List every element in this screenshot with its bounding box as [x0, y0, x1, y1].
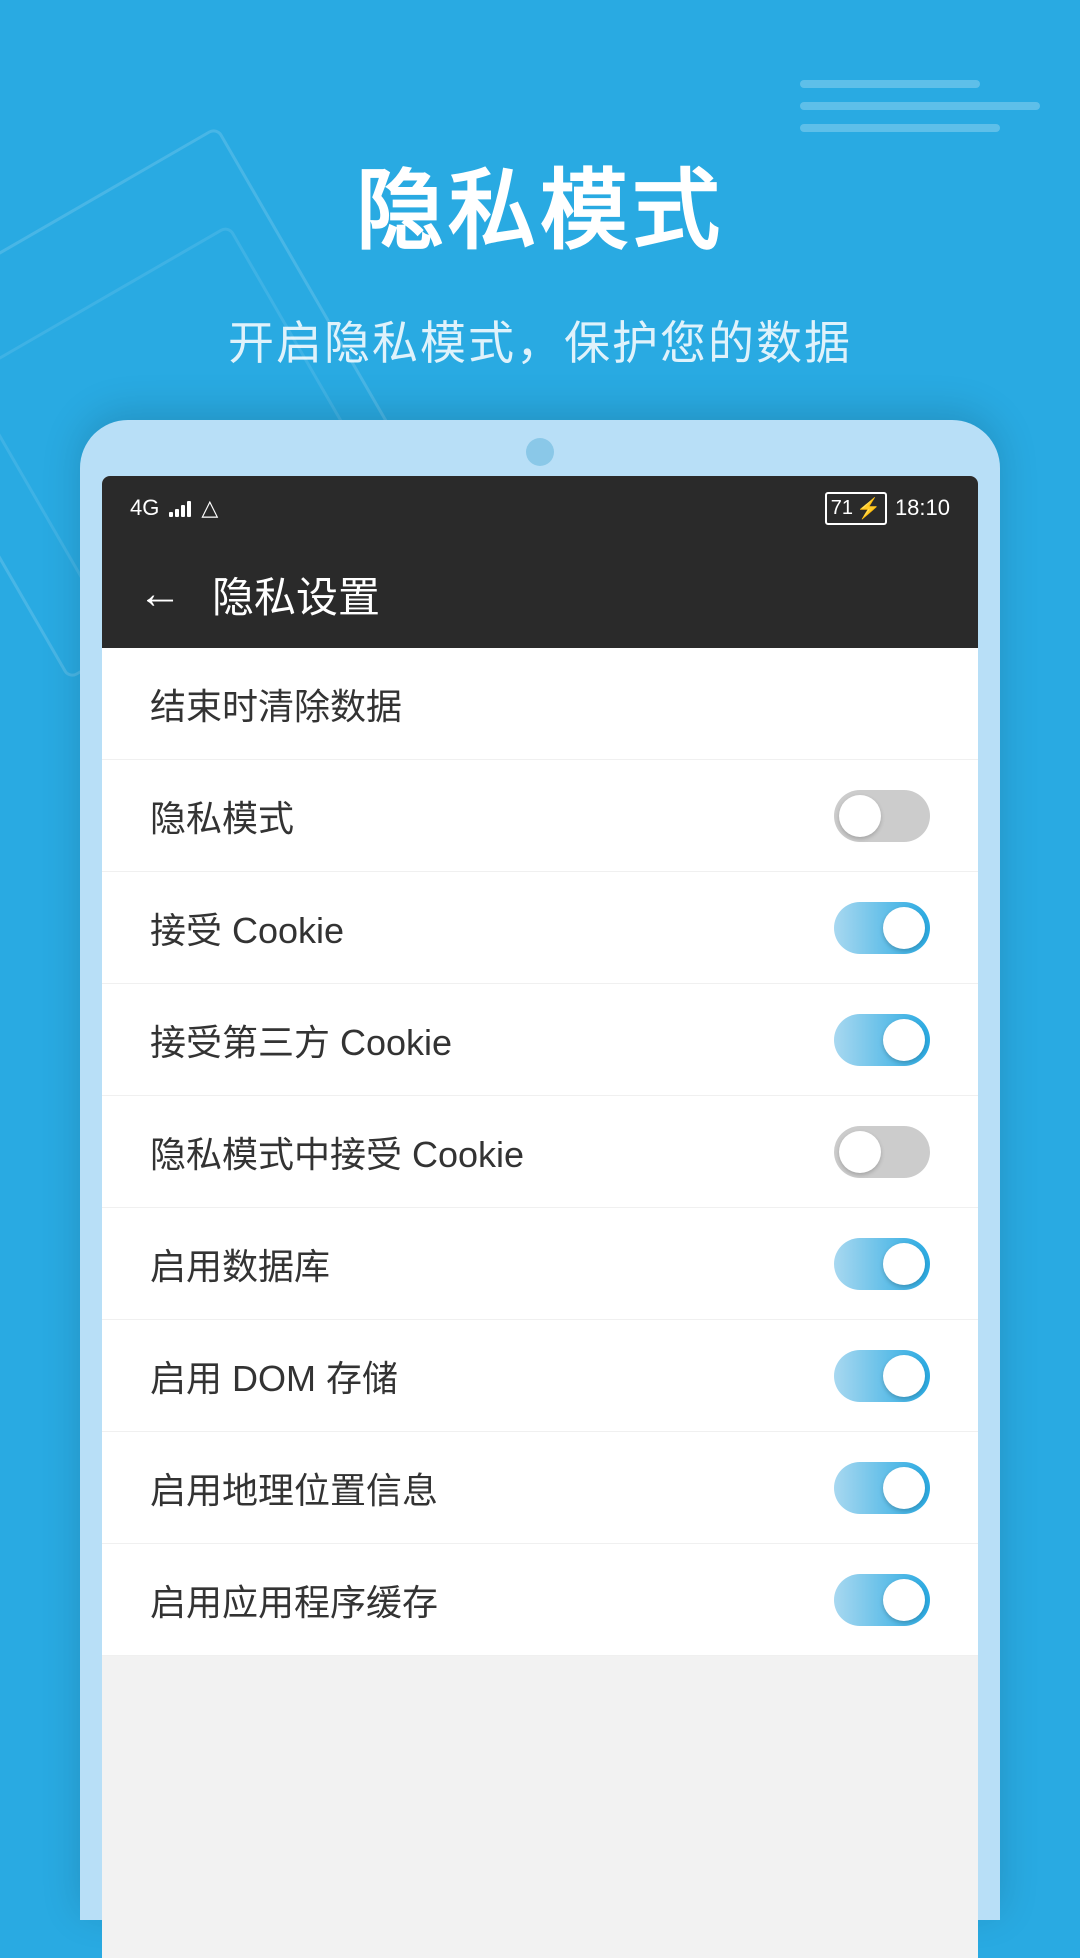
toggle-accept-cookie[interactable]: [834, 902, 930, 954]
toggle-knob: [839, 1131, 881, 1173]
toggle-knob: [883, 1355, 925, 1397]
toggle-dom-storage[interactable]: [834, 1350, 930, 1402]
status-right: 71 ⚡ 18:10: [825, 492, 950, 525]
network-type: 4G: [130, 495, 159, 521]
settings-item-clear-data[interactable]: 结束时清除数据: [102, 648, 978, 760]
toggle-knob: [839, 795, 881, 837]
app-header: ← 隐私设置: [102, 540, 978, 648]
back-button[interactable]: ←: [138, 569, 182, 619]
settings-label-third-party-cookie: 接受第三方 Cookie: [150, 1014, 452, 1066]
settings-label-private-mode: 隐私模式: [150, 790, 294, 842]
settings-label-private-cookie: 隐私模式中接受 Cookie: [150, 1126, 524, 1178]
settings-label-clear-data: 结束时清除数据: [150, 678, 402, 730]
settings-label-enable-db: 启用数据库: [150, 1238, 330, 1290]
settings-item-private-mode[interactable]: 隐私模式: [102, 760, 978, 872]
wifi-icon: △: [201, 495, 218, 521]
phone-screen: 4G △ 71 ⚡ 18:10 ← 隐私设置 结束时清除数: [102, 476, 978, 1958]
settings-label-accept-cookie: 接受 Cookie: [150, 902, 344, 954]
settings-item-geolocation[interactable]: 启用地理位置信息: [102, 1432, 978, 1544]
toggle-third-party-cookie[interactable]: [834, 1014, 930, 1066]
phone-camera: [526, 438, 554, 466]
settings-item-private-cookie[interactable]: 隐私模式中接受 Cookie: [102, 1096, 978, 1208]
settings-label-geolocation: 启用地理位置信息: [150, 1462, 438, 1514]
time-display: 18:10: [895, 495, 950, 521]
main-title: 隐私模式: [0, 140, 1080, 267]
phone-frame: 4G △ 71 ⚡ 18:10 ← 隐私设置 结束时清除数: [80, 420, 1000, 1920]
battery-indicator: 71 ⚡: [825, 492, 887, 525]
charging-icon: ⚡: [856, 496, 881, 521]
toggle-private-mode[interactable]: [834, 790, 930, 842]
settings-item-dom-storage[interactable]: 启用 DOM 存储: [102, 1320, 978, 1432]
toggle-private-cookie[interactable]: [834, 1126, 930, 1178]
battery-level: 71: [831, 497, 853, 520]
app-header-title: 隐私设置: [212, 564, 380, 625]
header-section: 隐私模式 开启隐私模式，保护您的数据: [0, 0, 1080, 373]
settings-item-enable-db[interactable]: 启用数据库: [102, 1208, 978, 1320]
toggle-geolocation[interactable]: [834, 1462, 930, 1514]
status-bar: 4G △ 71 ⚡ 18:10: [102, 476, 978, 540]
toggle-knob: [883, 907, 925, 949]
settings-label-dom-storage: 启用 DOM 存储: [150, 1350, 398, 1402]
status-left: 4G △: [130, 495, 218, 521]
toggle-app-cache[interactable]: [834, 1574, 930, 1626]
settings-item-third-party-cookie[interactable]: 接受第三方 Cookie: [102, 984, 978, 1096]
toggle-knob: [883, 1243, 925, 1285]
toggle-enable-db[interactable]: [834, 1238, 930, 1290]
toggle-knob: [883, 1467, 925, 1509]
settings-item-accept-cookie[interactable]: 接受 Cookie: [102, 872, 978, 984]
signal-icon: [169, 499, 191, 517]
toggle-knob: [883, 1579, 925, 1621]
settings-item-app-cache[interactable]: 启用应用程序缓存: [102, 1544, 978, 1656]
settings-label-app-cache: 启用应用程序缓存: [150, 1574, 438, 1626]
settings-list: 结束时清除数据 隐私模式 接受 Cookie 接受第三方 Cookie: [102, 648, 978, 1656]
toggle-knob: [883, 1019, 925, 1061]
sub-title: 开启隐私模式，保护您的数据: [0, 307, 1080, 373]
